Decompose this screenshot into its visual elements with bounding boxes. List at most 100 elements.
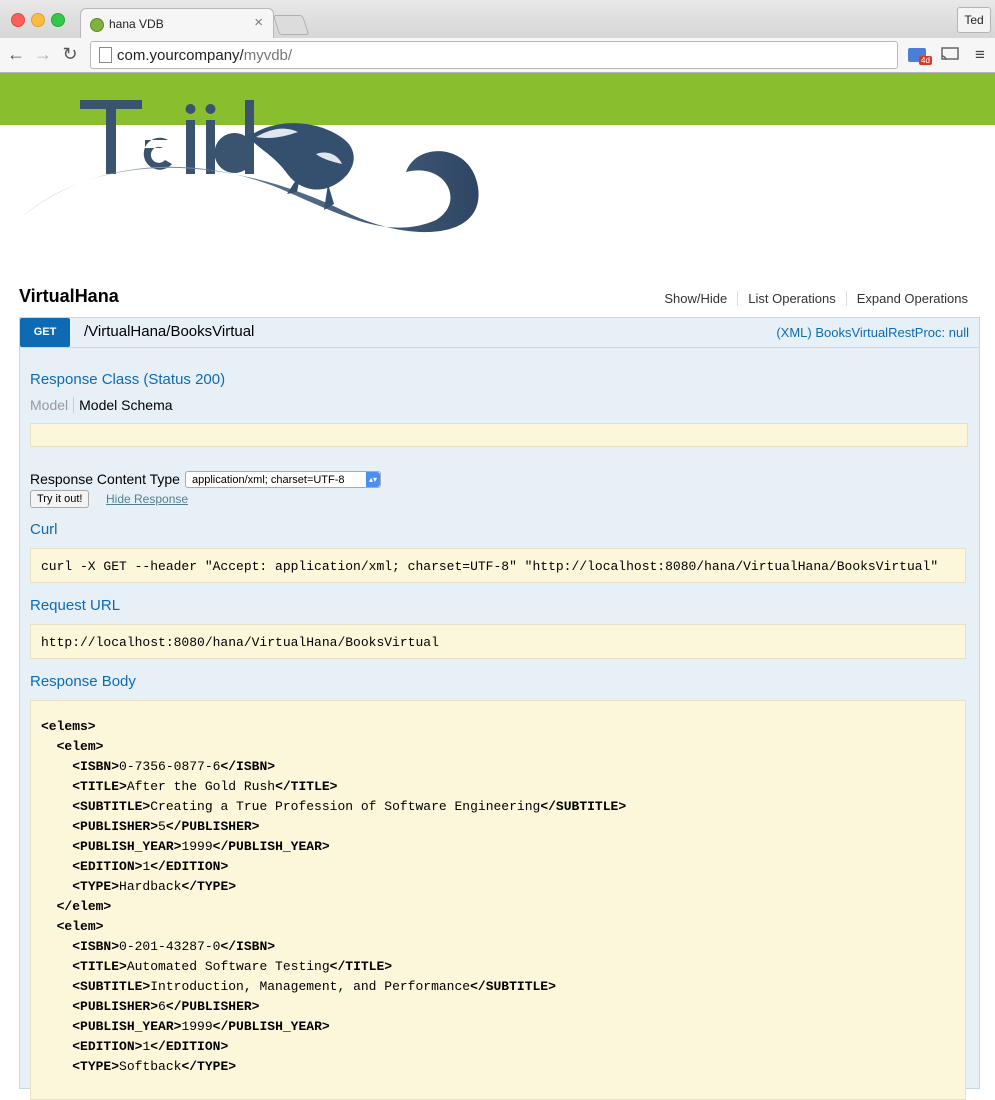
xml-line: <EDITION>1</EDITION> [41, 1037, 955, 1057]
xml-indent [41, 759, 72, 774]
browser-titlebar: hana VDB × Ted [0, 0, 995, 39]
back-icon[interactable]: ← [6, 44, 26, 64]
xml-indent [41, 1019, 72, 1034]
xml-indent [41, 739, 57, 754]
xml-open-tag: <PUBLISH_YEAR> [72, 839, 182, 854]
new-tab-button[interactable] [272, 15, 310, 35]
xml-text: Introduction, Management, and Performanc… [150, 979, 471, 994]
xml-open-tag: <PUBLISH_YEAR> [72, 1019, 182, 1034]
xml-close-tag: </PUBLISH_YEAR> [212, 839, 330, 854]
maximize-window-button[interactable] [51, 13, 65, 27]
xml-line: <SUBTITLE>Introduction, Management, and … [41, 977, 955, 997]
response-content-type-label: Response Content Type [30, 471, 180, 487]
xml-open-tag: <TITLE> [72, 779, 127, 794]
hide-response-link[interactable]: Hide Response [106, 492, 188, 506]
xml-open-tag: <ISBN> [72, 759, 120, 774]
xml-indent [41, 819, 72, 834]
xml-close-tag: </EDITION> [150, 859, 229, 874]
cast-icon[interactable] [941, 46, 959, 67]
xml-indent [41, 839, 72, 854]
xml-line: <PUBLISHER>6</PUBLISHER> [41, 997, 955, 1017]
xml-text: Hardback [119, 879, 182, 894]
xml-line: <ISBN>0-7356-0877-6</ISBN> [41, 757, 955, 777]
xml-open-tag: <TYPE> [72, 1059, 120, 1074]
xml-open-tag: <PUBLISHER> [72, 999, 159, 1014]
tab-close-icon[interactable]: × [254, 14, 263, 31]
xml-line: <TITLE>After the Gold Rush</TITLE> [41, 777, 955, 797]
xml-lines: <elems> <elem> <ISBN>0-7356-0877-6</ISBN… [41, 717, 955, 1077]
xml-open-tag: <EDITION> [72, 1039, 143, 1054]
xml-open-tag: <SUBTITLE> [72, 979, 151, 994]
response-content-type-select[interactable]: application/xml; charset=UTF-8 ▴▾ [185, 471, 381, 488]
xml-close-tag: </PUBLISHER> [165, 819, 260, 834]
xml-indent [41, 779, 72, 794]
show-hide-link[interactable]: Show/Hide [654, 291, 737, 306]
tab-model[interactable]: Model [30, 397, 75, 413]
xml-line: <TYPE>Hardback</TYPE> [41, 877, 955, 897]
xml-open-tag: <EDITION> [72, 859, 143, 874]
xml-close-tag: </TYPE> [181, 1059, 237, 1074]
xml-close-tag: </PUBLISH_YEAR> [212, 1019, 330, 1034]
extension-badge: 4d [919, 56, 932, 65]
teiid-logo [16, 92, 486, 272]
http-method-badge[interactable]: GET [20, 318, 70, 347]
response-body-heading: Response Body [30, 673, 136, 690]
reload-icon[interactable]: ↻ [60, 44, 80, 64]
operation-panel: GET /VirtualHana/BooksVirtual (XML) Book… [19, 317, 980, 1100]
xml-line: <SUBTITLE>Creating a True Profession of … [41, 797, 955, 817]
xml-indent [41, 899, 57, 914]
xml-line: <TITLE>Automated Software Testing</TITLE… [41, 957, 955, 977]
xml-line: <elems> [41, 717, 955, 737]
browser-tab[interactable]: hana VDB × [80, 8, 274, 39]
xml-indent [41, 879, 72, 894]
xml-close-tag: </PUBLISHER> [165, 999, 260, 1014]
curl-command: curl -X GET --header "Accept: applicatio… [30, 548, 966, 583]
response-content-type-value: application/xml; charset=UTF-8 [192, 474, 345, 486]
xml-indent [41, 1039, 72, 1054]
forward-icon[interactable]: → [33, 44, 53, 64]
url-path: myvdb/ [243, 47, 293, 64]
operation-heading[interactable]: GET /VirtualHana/BooksVirtual (XML) Book… [20, 318, 979, 348]
xml-close-tag: </ISBN> [220, 939, 276, 954]
xml-indent [41, 979, 72, 994]
xml-text: 0-7356-0877-6 [119, 759, 221, 774]
try-it-out-button[interactable]: Try it out! [30, 490, 90, 508]
xml-line: <elem> [41, 737, 955, 757]
url-text[interactable]: com.yourcompany/myvdb/ [117, 47, 292, 64]
xml-line: </elem> [41, 897, 955, 917]
model-signature [30, 423, 968, 447]
menu-icon[interactable]: ≡ [975, 45, 985, 65]
xml-indent [41, 919, 57, 934]
xml-text: After the Gold Rush [126, 779, 276, 794]
favicon-icon [90, 18, 104, 32]
request-url: http://localhost:8080/hana/VirtualHana/B… [30, 624, 966, 659]
curl-heading: Curl [30, 521, 58, 538]
list-operations-link[interactable]: List Operations [737, 291, 845, 306]
xml-indent [41, 999, 72, 1014]
xml-open-tag: <SUBTITLE> [72, 799, 151, 814]
address-bar[interactable]: com.yourcompany/myvdb/ [90, 41, 898, 69]
minimize-window-button[interactable] [31, 13, 45, 27]
xml-open-tag: <TYPE> [72, 879, 120, 894]
xml-indent [41, 799, 72, 814]
select-arrows-icon: ▴▾ [366, 472, 380, 487]
resource-links: Show/Hide List Operations Expand Operati… [654, 291, 968, 306]
close-window-button[interactable] [11, 13, 25, 27]
operation-path[interactable]: /VirtualHana/BooksVirtual [84, 323, 254, 340]
page-icon [99, 47, 112, 63]
xml-indent [41, 939, 72, 954]
xml-open-tag: <elems> [41, 719, 96, 734]
xml-text: Creating a True Profession of Software E… [150, 799, 541, 814]
resource-title[interactable]: VirtualHana [19, 286, 119, 307]
xml-line: <elem> [41, 917, 955, 937]
operation-summary[interactable]: (XML) BooksVirtualRestProc: null [776, 325, 969, 340]
xml-text: Automated Software Testing [126, 959, 330, 974]
xml-line: <TYPE>Softback</TYPE> [41, 1057, 955, 1077]
profile-button[interactable]: Ted [957, 7, 991, 33]
xml-text: 1999 [181, 839, 213, 854]
xml-text: 6 [158, 999, 166, 1014]
url-host: com.yourcompany/ [117, 47, 244, 64]
tab-model-schema[interactable]: Model Schema [74, 397, 172, 413]
expand-operations-link[interactable]: Expand Operations [845, 291, 968, 306]
xml-text: 0-201-43287-0 [119, 939, 221, 954]
